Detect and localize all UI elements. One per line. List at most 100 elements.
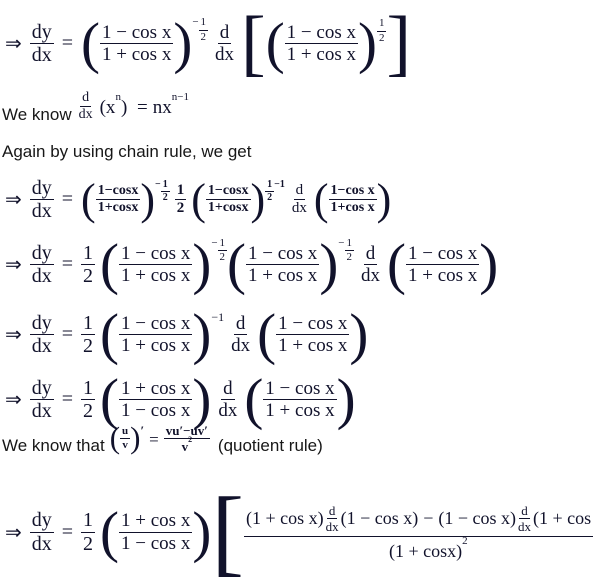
ratio-fraction-2b: 1−cosx 1+cosx bbox=[205, 181, 251, 219]
ratio-denominator-3a: 1 + cos x bbox=[121, 265, 191, 286]
d-dx-operator-5: d dx bbox=[229, 313, 252, 356]
paren-group-2c: ( 1−cos x 1+cos x ) bbox=[313, 174, 391, 224]
dy-numerator-3: dy bbox=[29, 241, 54, 265]
quotient-rule-caption: (quotient rule) bbox=[217, 436, 323, 456]
ratio-fraction-4a: 1 − cos x 1 + cos x bbox=[119, 310, 193, 359]
right-paren-5b: ) bbox=[336, 368, 356, 431]
equals-sign-2: = bbox=[61, 188, 74, 211]
left-paren-quotient: ( bbox=[109, 420, 121, 456]
inner-power-group-1: ( 1 − cos x 1 + cos x ) 1 2 bbox=[266, 15, 387, 72]
dx-denominator-8: dx bbox=[518, 518, 532, 534]
dx-denominator-5b: dx bbox=[31, 400, 52, 422]
exponent-3a: −1 2 bbox=[211, 237, 228, 263]
term1-factor: (1 + cos x) bbox=[245, 508, 324, 529]
paren-group-5b: ( 1 − cos x 1 + cos x ) bbox=[244, 368, 356, 431]
ratio-denominator-2c: 1+cos x bbox=[330, 200, 375, 216]
left-paren-2c: ( bbox=[313, 174, 329, 224]
left-paren-4a: ( bbox=[100, 303, 120, 366]
quotient-denominator: v2 bbox=[180, 436, 195, 454]
ratio-numerator-3b: 1 − cos x bbox=[246, 242, 320, 265]
exponent-half-3b: 12 bbox=[344, 237, 355, 264]
one-half-num-6: 1 bbox=[81, 509, 96, 533]
exponent-num-3a: 1 bbox=[217, 237, 228, 252]
left-paren-3c: ( bbox=[387, 233, 406, 296]
ratio-fraction-5a: 1 + cos x 1 − cos x bbox=[119, 375, 193, 424]
right-paren-2b: ) bbox=[250, 174, 266, 224]
d-numerator-6: d bbox=[221, 377, 235, 400]
paren-group-6a: ( 1 + cos x 1 − cos x ) bbox=[100, 504, 211, 561]
term1-argument: (1 − cos x) bbox=[340, 508, 419, 529]
left-paren-5a: ( bbox=[100, 368, 120, 431]
inner-ratio-denominator: 1 + cos x bbox=[286, 44, 356, 66]
d-dx-operator-3: d dx bbox=[290, 182, 309, 217]
dx-denominator-7: dx bbox=[325, 518, 339, 534]
inner-exponent-1: 1 2 bbox=[376, 18, 387, 43]
implies-arrow-2: ⇒ bbox=[5, 189, 22, 212]
equals-sign-4: = bbox=[61, 323, 74, 345]
equals-sign-3: = bbox=[61, 253, 74, 275]
left-paren-2b: ( bbox=[191, 174, 206, 224]
right-paren-1: ) bbox=[173, 12, 193, 76]
denominator-base: (1 + cosx) bbox=[388, 541, 463, 562]
one-half-fraction-5: 1 2 bbox=[81, 376, 96, 422]
ratio-denominator-2a: 1+cosx bbox=[97, 200, 139, 216]
right-bracket-1: ] bbox=[386, 2, 412, 84]
exponent-num-2a: 1 bbox=[160, 179, 170, 193]
exponent-den-2a: 2 bbox=[162, 192, 168, 204]
ratio-numerator-5a: 1 + cos x bbox=[119, 377, 193, 400]
prime-symbol: ′ bbox=[140, 423, 145, 439]
paren-group-5a: ( 1 + cos x 1 − cos x ) bbox=[100, 368, 211, 431]
dy-numerator: dy bbox=[29, 20, 54, 45]
exponent-num-2b: 1 bbox=[265, 179, 275, 193]
paren-group-1: ( 1 − cos x 1 + cos x ) bbox=[81, 12, 193, 76]
right-paren-3c: ) bbox=[479, 233, 499, 296]
power-rule-arg-close: ) bbox=[120, 97, 128, 119]
ratio-numerator-2b: 1−cosx bbox=[205, 183, 251, 201]
one-half-den-2: 2 bbox=[176, 200, 185, 217]
left-paren-5b: ( bbox=[244, 368, 264, 431]
right-paren-3a: ) bbox=[192, 233, 212, 296]
exponent-den-3b: 2 bbox=[346, 251, 353, 264]
equals-sign-5: = bbox=[61, 388, 74, 410]
dy-dx-fraction-6: dy dx bbox=[29, 510, 54, 554]
ratio-fraction-2a: 1−cosx 1+cosx bbox=[95, 181, 141, 219]
one-half-num-5: 1 bbox=[81, 376, 96, 400]
quotient-expansion-denominator: (1 + cosx)2 bbox=[387, 535, 470, 562]
exponent-num-1: 1 bbox=[198, 17, 209, 31]
paren-group-3a: ( 1 − cos x 1 + cos x ) bbox=[100, 233, 212, 296]
ratio-numerator-6a: 1 + cos x bbox=[119, 510, 193, 533]
dx-denominator-4: dx bbox=[361, 265, 381, 286]
implies-arrow-4: ⇒ bbox=[5, 324, 22, 346]
ratio-fraction-3c: 1 − cos x 1 + cos x bbox=[406, 240, 480, 289]
ratio-denominator-2b: 1+cosx bbox=[207, 200, 249, 216]
dy-dx-fraction-5: dy dx bbox=[29, 377, 54, 422]
one-half-fraction-4: 1 2 bbox=[81, 312, 96, 357]
ratio-numerator-3a: 1 − cos x bbox=[119, 242, 193, 265]
ratio-denominator-5a: 1 − cos x bbox=[121, 400, 191, 421]
quotient-expansion-numerator: (1 + cos x) d dx (1 − cos x) − (1 − cos … bbox=[243, 503, 593, 538]
dx-denominator-6: dx bbox=[218, 400, 238, 421]
right-paren-quotient: ) bbox=[130, 420, 141, 456]
d-numerator-1: d bbox=[217, 21, 232, 45]
u-over-v-paren-group: ( u v ) bbox=[109, 420, 141, 456]
left-paren-4b: ( bbox=[257, 303, 277, 366]
equals-sign-1: = bbox=[61, 32, 74, 55]
one-half-num-2: 1 bbox=[174, 182, 187, 201]
term2-factor: (1 − cos x) bbox=[438, 508, 517, 529]
power-group-3a: ( 1 − cos x 1 + cos x ) −1 2 bbox=[100, 233, 228, 296]
ratio-numerator-2c: 1−cos x bbox=[328, 183, 377, 201]
ratio-denominator-3c: 1 + cos x bbox=[408, 265, 478, 286]
power-group-2b: ( 1−cosx 1+cosx ) 1 2 −1 bbox=[191, 174, 285, 224]
left-paren-2a: ( bbox=[81, 174, 96, 224]
paren-group-3b: ( 1 − cos x 1 + cos x ) bbox=[227, 233, 338, 296]
dx-denominator-op-1: dx bbox=[215, 44, 235, 66]
right-paren-4b: ) bbox=[349, 303, 369, 366]
d-dx-operator-1: d dx bbox=[213, 23, 236, 65]
exponent-num-3b: 1 bbox=[344, 237, 355, 252]
d-dx-operator-8: d dx bbox=[516, 503, 533, 534]
d-numerator-2: d bbox=[80, 90, 92, 108]
inner-ratio-fraction-1: 1 − cos x 1 + cos x bbox=[284, 19, 358, 68]
dy-dx-fraction-4: dy dx bbox=[29, 312, 54, 357]
left-paren-3b: ( bbox=[227, 233, 247, 296]
paren-group-3c: ( 1 − cos x 1 + cos x ) bbox=[387, 233, 499, 296]
